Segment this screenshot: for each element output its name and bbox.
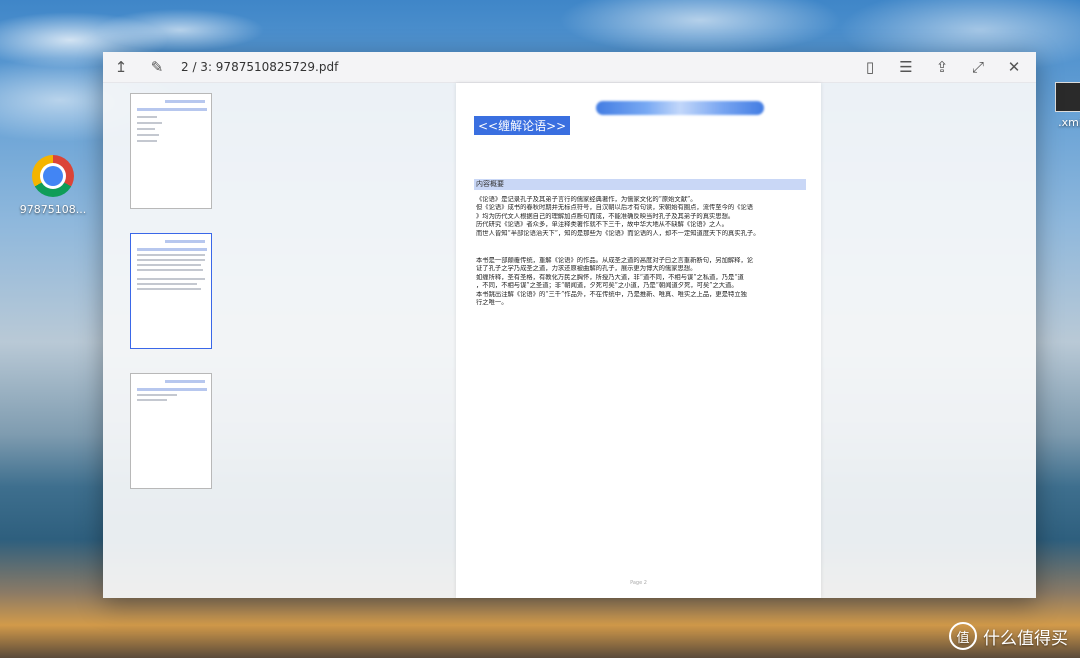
section-heading: 内容概要 bbox=[474, 179, 806, 190]
close-icon[interactable]: ✕ bbox=[996, 52, 1032, 82]
paragraph-summary: 《论语》是记录孔子及其弟子言行的儒家经典著作，为儒家文化的“原始文献”。 但《论… bbox=[476, 196, 760, 237]
page-thumbnail-2[interactable] bbox=[130, 233, 212, 349]
file-thumbnail-icon bbox=[1055, 82, 1080, 112]
share-icon[interactable]: ⇪ bbox=[924, 52, 960, 82]
desktop-icon-xmind-file[interactable]: .xmi bbox=[1050, 82, 1080, 129]
pin-icon[interactable]: ✎ bbox=[139, 52, 175, 82]
page-number: Page 2 bbox=[630, 580, 647, 586]
document-title: <<缠解论语>> bbox=[474, 116, 571, 135]
open-file-icon[interactable]: ▯ bbox=[852, 52, 888, 82]
outline-list-icon[interactable]: ☰ bbox=[888, 52, 924, 82]
desktop-icon-label: .xmi bbox=[1058, 116, 1080, 129]
chrome-icon bbox=[32, 155, 74, 197]
fullscreen-icon[interactable]: ⤢ bbox=[960, 52, 996, 82]
viewer-titlebar: ↥ ✎ 2 / 3: 9787510825729.pdf ▯ ☰ ⇪ ⤢ ✕ bbox=[103, 52, 1036, 83]
page-thumbnail-1[interactable] bbox=[130, 93, 212, 209]
desktop-icon-chrome-file[interactable]: 97875108... bbox=[18, 155, 88, 216]
scroll-top-icon[interactable]: ↥ bbox=[103, 52, 139, 82]
page-thumbnail-panel bbox=[103, 83, 253, 598]
watermark-text: 什么值得买 bbox=[983, 628, 1068, 649]
paragraph-intro: 本书是一部颠覆传统，重解《论语》的作品。从成圣之道的高度对子曰之言重新断句，另加… bbox=[476, 257, 754, 307]
redacted-header bbox=[596, 101, 764, 115]
page-thumbnail-3[interactable] bbox=[130, 373, 212, 489]
site-watermark: 值 什么值得买 bbox=[949, 622, 1068, 650]
desktop-icon-label: 97875108... bbox=[19, 203, 87, 216]
pdf-viewer-window: ↥ ✎ 2 / 3: 9787510825729.pdf ▯ ☰ ⇪ ⤢ ✕ <… bbox=[103, 52, 1036, 598]
window-title: 2 / 3: 9787510825729.pdf bbox=[181, 60, 339, 74]
watermark-logo-icon: 值 bbox=[949, 622, 977, 650]
pdf-page[interactable]: <<缠解论语>> 内容概要 《论语》是记录孔子及其弟子言行的儒家经典著作，为儒家… bbox=[456, 83, 821, 598]
